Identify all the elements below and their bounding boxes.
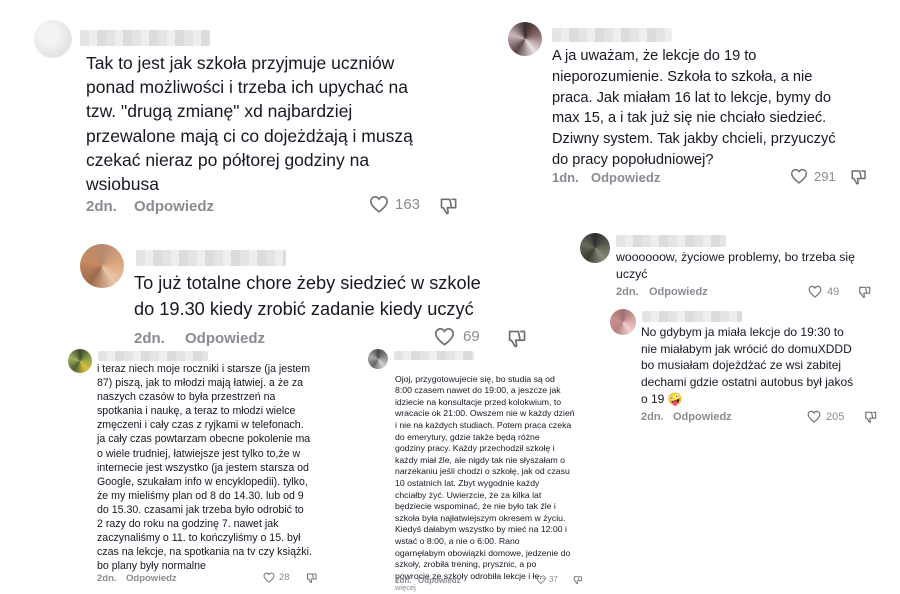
like-button[interactable]: 205 [807,410,844,423]
comment-text: woooooow, życiowe problemy, bo trzeba si… [616,250,856,281]
heart-icon [807,410,821,423]
like-count: 37 [549,575,558,584]
like-button[interactable]: 163 [369,195,420,213]
like-button[interactable]: 37 [536,575,558,584]
comment-card: To już totalne chore żeby siedzieć w szk… [60,240,550,350]
dislike-icon[interactable] [858,285,872,299]
comment-text-content: Ojoj, przygotowujecie się, bo studia są … [395,373,575,581]
like-count: 49 [827,285,840,298]
dislike-icon[interactable] [573,575,583,585]
avatar[interactable] [580,233,610,263]
like-count: 69 [463,328,480,345]
username-blurred[interactable] [394,351,474,360]
heart-icon [790,168,808,184]
reply-button[interactable]: Odpowiedz [418,576,461,585]
reply-button[interactable]: Odpowiedz [591,170,660,185]
avatar[interactable] [68,349,92,373]
comment-card: No gdybym ja miała lekcje do 19:30 to ni… [600,305,900,430]
reply-button[interactable]: Odpowiedz [134,198,214,215]
comment-meta: 2dn. Odpowiedz [616,286,708,298]
heart-icon [263,572,275,583]
heart-icon [369,195,389,213]
like-button[interactable]: 49 [808,285,839,298]
username-blurred[interactable] [616,235,726,247]
reply-button[interactable]: Odpowiedz [673,411,732,423]
comment-text: A ja uważam, że lekcje do 19 to nieporoz… [552,48,836,168]
like-count: 163 [395,195,421,213]
reply-button[interactable]: Odpowiedz [649,286,708,298]
like-count: 28 [279,572,290,583]
comment-date: 2dn. [86,198,117,215]
like-button[interactable]: 291 [790,168,836,184]
heart-icon [808,285,822,298]
comment-text: i teraz niech moje roczniki i starsze (j… [97,363,312,573]
like-count: 291 [814,168,836,184]
comment-card: A ja uważam, że lekcje do 19 to nieporoz… [490,0,900,200]
dislike-icon[interactable] [850,168,868,186]
comment-card: woooooow, życiowe problemy, bo trzeba si… [570,225,900,305]
username-blurred[interactable] [136,250,286,266]
like-button[interactable]: 69 [434,327,480,346]
avatar[interactable] [80,244,124,288]
heart-icon [536,575,546,584]
comment-text: No gdybym ja miała lekcje do 19:30 to ni… [641,325,854,406]
dislike-icon[interactable] [306,572,318,584]
username-blurred[interactable] [642,311,742,322]
like-count: 205 [826,410,845,423]
comment-text: Ojoj, przygotowujecie się, bo studia są … [395,362,600,594]
avatar[interactable] [368,349,388,369]
comment-card: i teraz niech moje roczniki i starsze (j… [60,345,340,591]
dislike-icon[interactable] [864,410,878,424]
comment-date: 2dn. [641,411,664,423]
comment-card: Ojoj, przygotowujecie się, bo studia są … [360,345,600,594]
heart-icon [434,327,455,346]
dislike-icon[interactable] [439,196,459,216]
avatar[interactable] [34,20,72,58]
comment-date: 1dn. [552,170,579,185]
username-blurred[interactable] [80,30,210,46]
like-button[interactable]: 28 [263,572,290,583]
username-blurred[interactable] [98,351,208,361]
reply-button[interactable]: Odpowiedz [126,573,177,584]
comment-text: To już totalne chore żeby siedzieć w szk… [134,273,481,319]
comment-date: 2dn. [616,286,639,298]
comment-meta: 2dn. Odpowiedz [97,573,177,584]
comment-date: 2dn. [97,573,117,584]
comment-card: Tak to jest jak szkoła przyjmuje uczniów… [0,0,480,230]
comment-meta: 2dn. Odpowiedz [86,198,214,215]
avatar[interactable] [610,309,636,335]
comment-meta: 1dn. Odpowiedz [552,170,660,185]
username-blurred[interactable] [552,28,672,42]
comment-date: 2dn. [395,576,412,585]
comment-text: Tak to jest jak szkoła przyjmuje uczniów… [86,53,413,195]
avatar[interactable] [508,22,542,56]
comment-meta: 2dn. Odpowiedz [395,576,461,585]
comment-meta: 2dn. Odpowiedz [641,411,732,423]
